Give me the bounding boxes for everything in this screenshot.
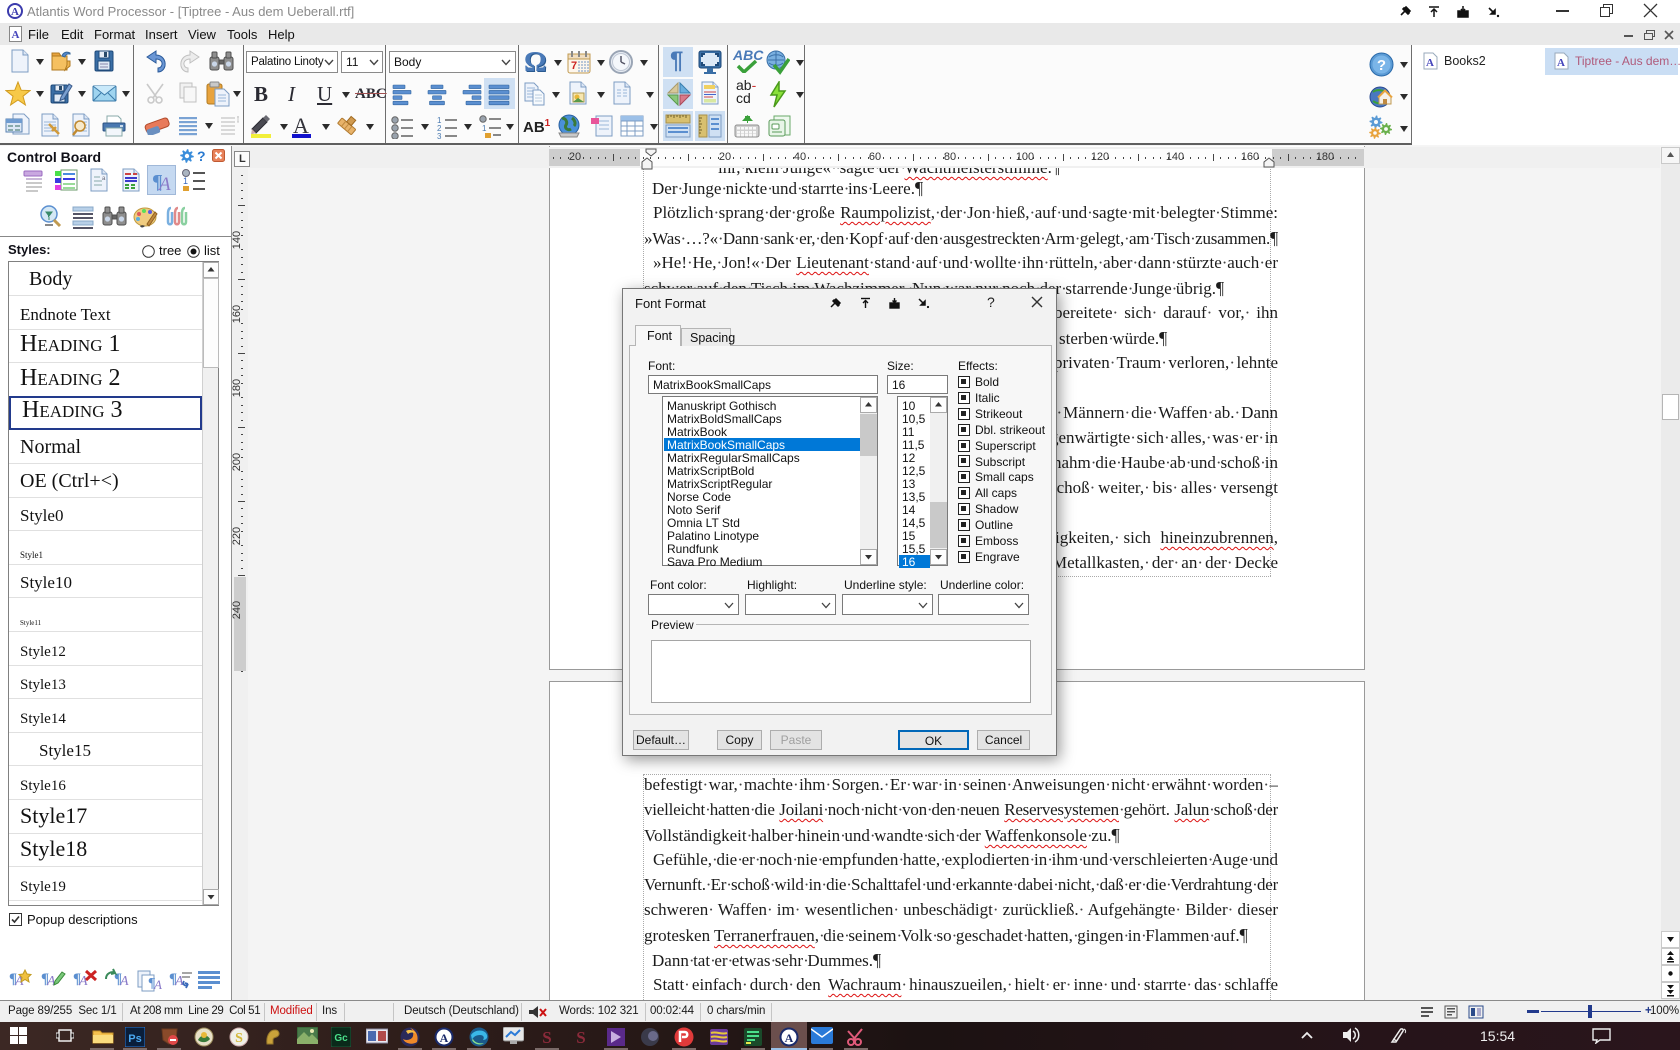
svg-text:1: 1 (482, 124, 487, 133)
svg-text:1: 1 (183, 176, 188, 186)
svg-text:A: A (119, 974, 129, 989)
svg-text:7: 7 (571, 60, 577, 72)
svg-text:S: S (542, 1028, 551, 1047)
svg-text:A: A (1557, 57, 1565, 69)
svg-text:A: A (11, 6, 19, 18)
svg-text:3: 3 (437, 132, 442, 139)
svg-text:?: ? (1377, 57, 1386, 74)
svg-text:A: A (785, 1031, 794, 1045)
svg-text:S: S (576, 1028, 585, 1047)
svg-text:A: A (153, 977, 162, 992)
svg-text:Ps: Ps (128, 1033, 141, 1045)
svg-text:S: S (235, 1031, 243, 1046)
svg-text:Gc: Gc (334, 1033, 348, 1044)
svg-text:A: A (440, 1031, 449, 1045)
svg-text:A: A (1426, 57, 1434, 69)
svg-text:A: A (157, 174, 171, 194)
svg-text:A: A (12, 29, 20, 41)
svg-text:A: A (78, 974, 88, 989)
